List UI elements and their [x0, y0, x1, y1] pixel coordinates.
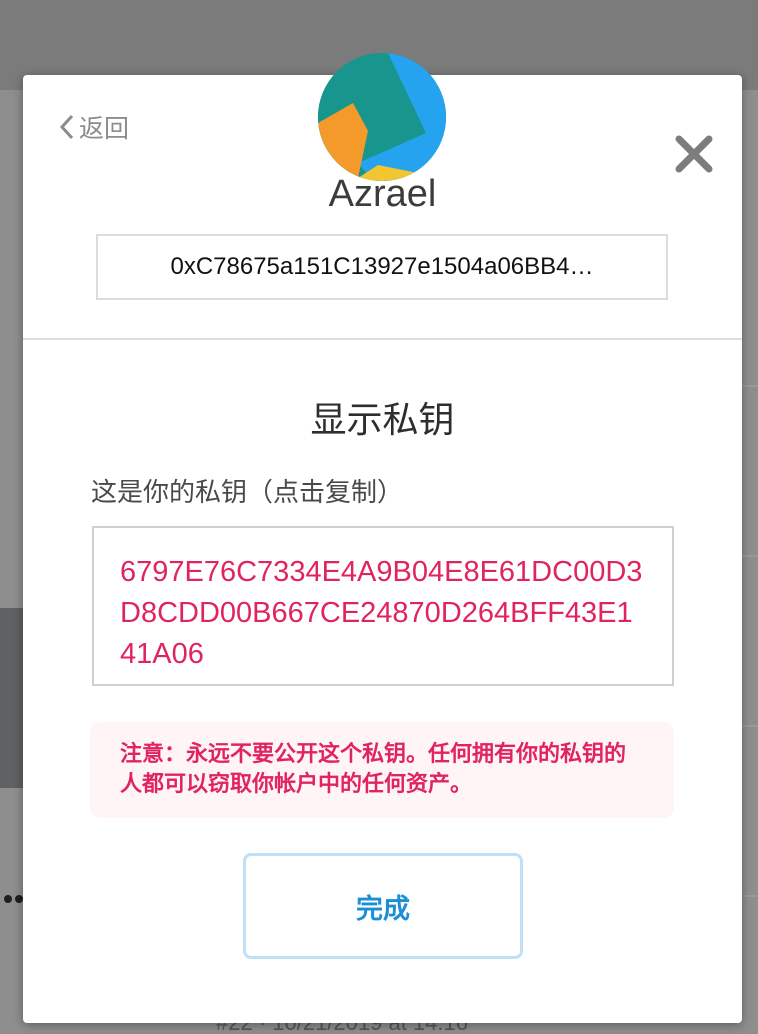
- background-divider: [742, 555, 758, 557]
- identicon-avatar: [318, 53, 446, 181]
- divider: [23, 338, 742, 340]
- account-name: Azrael: [328, 173, 437, 215]
- warning-message: 注意：永远不要公开这个私钥。任何拥有你的私钥的人都可以窃取你帐户中的任何资产。: [90, 722, 674, 818]
- background-divider: [742, 385, 758, 387]
- close-icon: [675, 135, 713, 173]
- private-key-label: 这是你的私钥（点击复制）: [91, 478, 404, 508]
- back-label: 返回: [79, 114, 130, 143]
- back-button[interactable]: 返回: [59, 109, 129, 145]
- chevron-left-icon: [59, 114, 74, 140]
- account-address-field[interactable]: 0xC78675a151C13927e1504a06BB4…: [96, 234, 668, 300]
- export-private-key-modal: 返回 Azrael 0xC78675a151C13927e1504a06BB4……: [23, 53, 742, 1023]
- private-key-field[interactable]: 6797E76C7334E4A9B04E8E61DC00D3D8CDD00B66…: [92, 526, 674, 686]
- background-divider: [742, 895, 758, 897]
- close-button[interactable]: [673, 133, 715, 175]
- done-button[interactable]: 完成: [243, 853, 523, 959]
- section-title: 显示私钥: [310, 400, 455, 441]
- background-divider: [742, 725, 758, 727]
